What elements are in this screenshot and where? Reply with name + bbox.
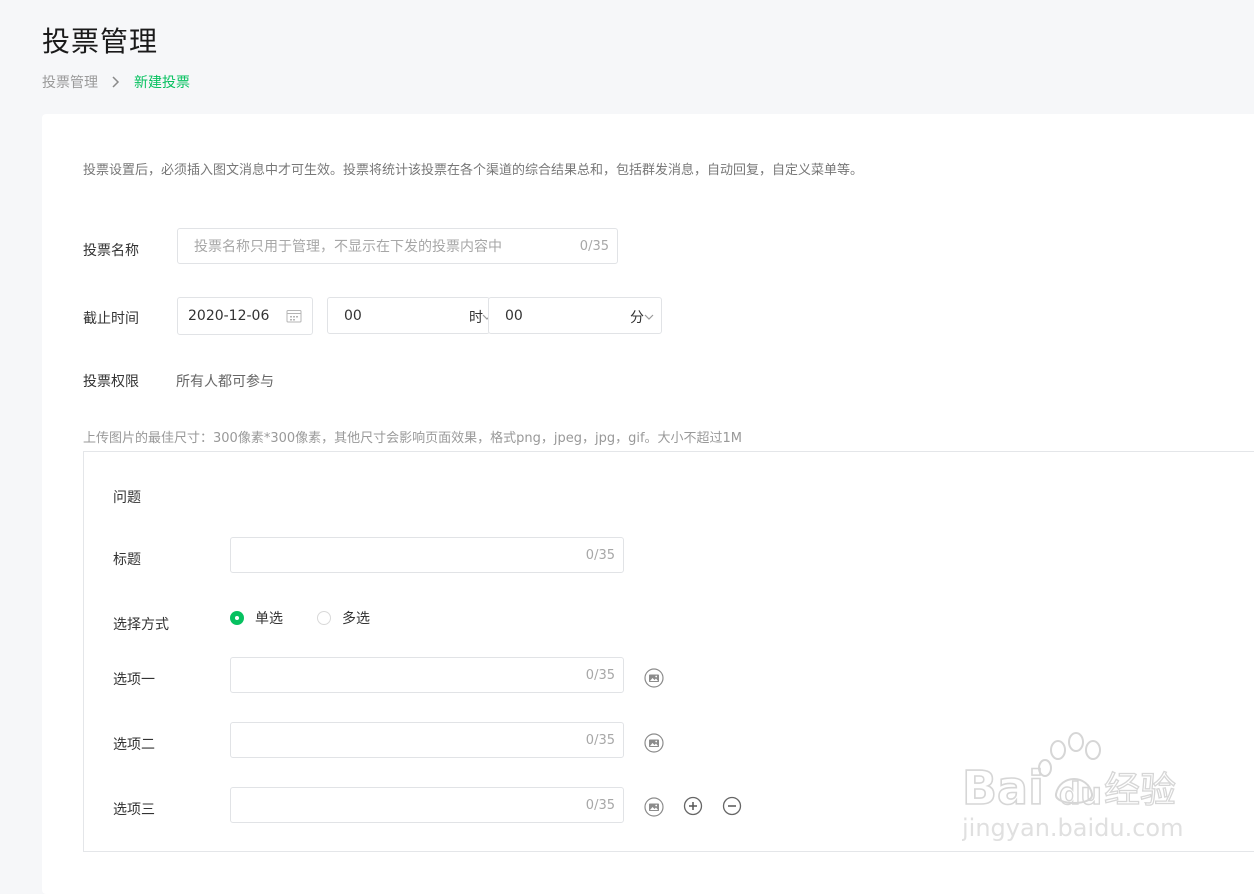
radio-selected-icon (230, 611, 244, 625)
date-value: 2020-12-06 (188, 308, 270, 324)
minute-value: 00 (505, 307, 523, 324)
question-heading: 问题 (113, 490, 141, 506)
permission-value: 所有人都可参与 (176, 374, 274, 390)
option-2-counter: 0/35 (585, 732, 615, 748)
minute-unit: 分 (630, 310, 644, 326)
plus-circle-icon[interactable] (683, 796, 703, 816)
option-1-label: 选项一 (113, 672, 155, 688)
image-upload-icon[interactable] (644, 668, 664, 688)
vote-name-input[interactable]: 投票名称只用于管理，不显示在下发的投票内容中 0/35 (177, 228, 618, 264)
radio-single-label: 单选 (255, 611, 283, 627)
question-title-label: 标题 (113, 552, 141, 568)
option-3-counter: 0/35 (585, 797, 615, 813)
question-title-counter: 0/35 (585, 547, 615, 563)
option-3-input[interactable]: 0/35 (230, 787, 624, 823)
hour-value: 00 (344, 307, 362, 324)
vote-name-counter: 0/35 (579, 238, 609, 254)
vote-name-label: 投票名称 (83, 243, 139, 259)
deadline-label: 截止时间 (83, 311, 139, 327)
image-upload-icon[interactable] (644, 733, 664, 753)
radio-multiple-label: 多选 (342, 611, 370, 627)
image-upload-icon[interactable] (644, 797, 664, 817)
hour-unit: 时 (469, 310, 483, 326)
minus-circle-icon[interactable] (722, 796, 742, 816)
hour-select[interactable]: 00 时 (327, 297, 490, 334)
calendar-icon (286, 310, 302, 323)
vote-name-placeholder: 投票名称只用于管理，不显示在下发的投票内容中 (194, 239, 502, 255)
option-1-counter: 0/35 (585, 667, 615, 683)
baidu-watermark-logo: Bai du 经验 jingyan.baidu.com (962, 732, 1183, 842)
breadcrumb-current: 新建投票 (134, 75, 190, 91)
radio-unselected-icon (317, 611, 331, 625)
svg-text:jingyan.baidu.com: jingyan.baidu.com (962, 814, 1183, 842)
breadcrumb-link-vote-management[interactable]: 投票管理 (42, 72, 98, 92)
date-picker[interactable]: 2020-12-06 (177, 297, 313, 335)
option-3-label: 选项三 (113, 802, 155, 818)
svg-text:du: du (1059, 777, 1102, 812)
permission-label: 投票权限 (83, 374, 139, 390)
svg-text:经验: 经验 (1104, 770, 1176, 811)
minute-select[interactable]: 00 分 (488, 297, 662, 334)
select-mode-label: 选择方式 (113, 617, 169, 633)
option-2-input[interactable]: 0/35 (230, 722, 624, 758)
upload-tip: 上传图片的最佳尺寸：300像素*300像素，其他尺寸会影响页面效果，格式png，… (83, 431, 743, 446)
radio-multiple[interactable]: 多选 (317, 608, 370, 628)
page-title: 投票管理 (42, 25, 159, 58)
option-2-label: 选项二 (113, 737, 155, 753)
chevron-right-icon (112, 76, 120, 88)
breadcrumb: 投票管理 新建投票 (42, 72, 190, 92)
option-1-input[interactable]: 0/35 (230, 657, 624, 693)
notice-text: 投票设置后，必须插入图文消息中才可生效。投票将统计该投票在各个渠道的综合结果总和… (83, 163, 864, 178)
question-title-input[interactable]: 0/35 (230, 537, 624, 573)
radio-single[interactable]: 单选 (230, 608, 283, 628)
minute-chevron-down-icon (644, 314, 654, 320)
svg-text:Bai: Bai (962, 761, 1044, 815)
